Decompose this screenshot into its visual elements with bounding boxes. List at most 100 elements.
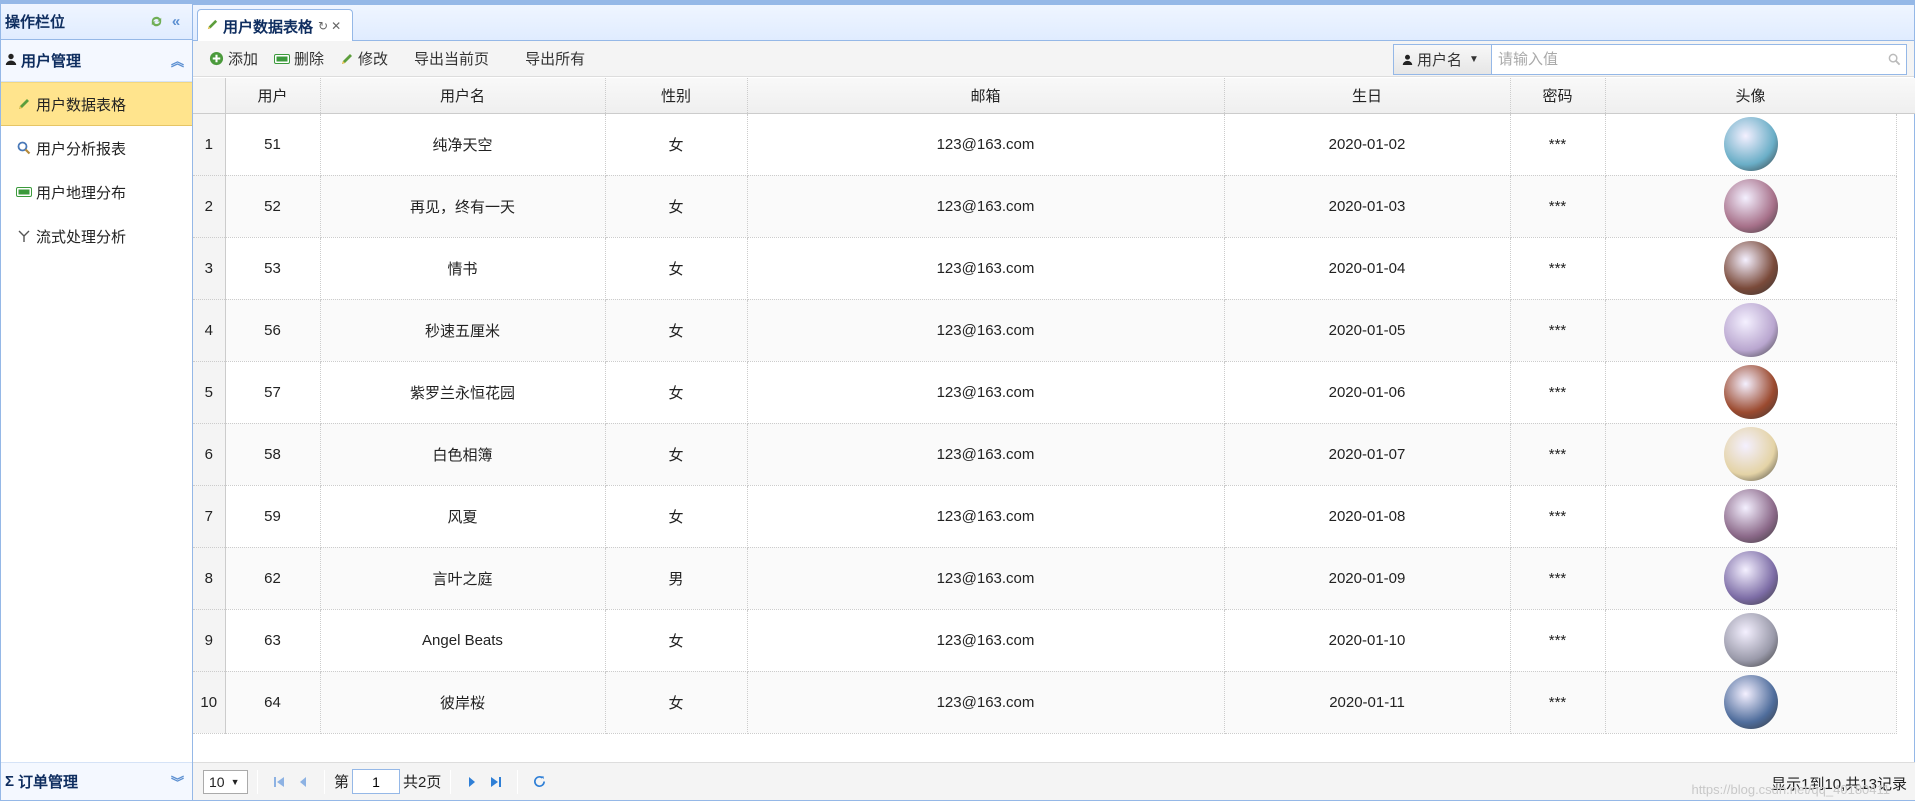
page-number-input[interactable] bbox=[352, 769, 401, 794]
cell-user-id: 58 bbox=[225, 423, 321, 486]
cell-email: 123@163.com bbox=[747, 237, 1225, 300]
page-prefix: 第 bbox=[334, 774, 350, 791]
avatar[interactable] bbox=[1723, 179, 1778, 233]
sidebar-item-stream-analysis[interactable]: 流式处理分析 bbox=[1, 214, 192, 258]
close-icon[interactable]: ✕ bbox=[331, 19, 341, 33]
table-row[interactable]: 6 58 白色相簿女 123@163.com 2020-01-07 *** bbox=[193, 423, 1897, 486]
table-row[interactable]: 4 56 秒速五厘米女 123@163.com 2020-01-05 *** bbox=[193, 299, 1897, 362]
column-header[interactable]: 用户名 bbox=[320, 78, 606, 114]
accordion-header-order-management[interactable]: Σ 订单管理 ︾ bbox=[1, 762, 192, 800]
cell-username: 言叶之庭 bbox=[320, 547, 606, 610]
header-scroll-spacer bbox=[1896, 78, 1915, 114]
cell-email: 123@163.com bbox=[747, 547, 1225, 610]
cell-user-id: 53 bbox=[225, 237, 321, 300]
cell-sex: 女 bbox=[605, 609, 748, 672]
divider bbox=[257, 769, 258, 794]
search-icon[interactable] bbox=[1882, 45, 1906, 74]
cell-user-id: 56 bbox=[225, 299, 321, 362]
table-row[interactable]: 2 52 再见，终有一天女 123@163.com 2020-01-03 *** bbox=[193, 175, 1897, 238]
delete-button-label: 删除 bbox=[294, 51, 325, 68]
avatar[interactable] bbox=[1723, 427, 1778, 481]
avatar[interactable] bbox=[1723, 489, 1778, 543]
cell-sex: 女 bbox=[605, 175, 748, 238]
cell-birthday: 2020-01-02 bbox=[1224, 113, 1511, 176]
accordion-label: 订单管理 bbox=[18, 774, 79, 791]
delete-button[interactable]: 删除 bbox=[266, 45, 332, 73]
cell-birthday: 2020-01-03 bbox=[1224, 175, 1511, 238]
column-header[interactable]: 性别 bbox=[605, 78, 748, 114]
table-row[interactable]: 9 63 Angel Beats 女 123@163.com 2020-01-10 *** bbox=[193, 609, 1897, 672]
page-size-select[interactable]: 10 ▼ bbox=[203, 769, 248, 794]
pencil-icon bbox=[340, 52, 354, 66]
table-row[interactable]: 8 62 言叶之庭男 123@163.com 2020-01-09 *** bbox=[193, 547, 1897, 610]
avatar[interactable] bbox=[1723, 613, 1778, 667]
cell-sex: 女 bbox=[605, 113, 748, 176]
cell-sex: 女 bbox=[605, 237, 748, 300]
column-header[interactable]: 密码 bbox=[1510, 78, 1606, 114]
sidebar-item-user-geo[interactable]: 用户地理分布 bbox=[1, 170, 192, 214]
last-page-icon[interactable] bbox=[484, 770, 508, 794]
tab-user-table[interactable]: 用户数据表格 ↻ ✕ bbox=[197, 9, 353, 42]
avatar[interactable] bbox=[1723, 675, 1778, 729]
cell-user-id: 63 bbox=[225, 609, 321, 672]
cell-email: 123@163.com bbox=[747, 671, 1225, 734]
table-row[interactable]: 1 51 纯净天空女 123@163.com 2020-01-02 *** bbox=[193, 113, 1897, 176]
page-size-value: 10 bbox=[209, 773, 225, 790]
cell-password: *** bbox=[1510, 485, 1606, 548]
export-all-button[interactable]: 导出所有 bbox=[507, 45, 603, 73]
table-row[interactable]: 5 57 紫罗兰永恒花园女 123@163.com 2020-01-06 *** bbox=[193, 361, 1897, 424]
user-icon bbox=[5, 52, 17, 69]
cell-password: *** bbox=[1510, 547, 1606, 610]
cell-password: *** bbox=[1510, 175, 1606, 238]
export-current-page-button[interactable]: 导出当前页 bbox=[396, 45, 507, 73]
cell-avatar bbox=[1605, 113, 1897, 176]
sidebar-item-user-table[interactable]: 用户数据表格 bbox=[1, 82, 192, 126]
sigma-icon: Σ bbox=[5, 773, 15, 790]
cell-user-id: 62 bbox=[225, 547, 321, 610]
chevron-up-icon[interactable]: ︽ bbox=[171, 51, 184, 70]
avatar[interactable] bbox=[1723, 241, 1778, 295]
tab-label: 用户数据表格 bbox=[223, 18, 314, 36]
next-page-icon[interactable] bbox=[460, 770, 484, 794]
cell-sex: 女 bbox=[605, 485, 748, 548]
collapse-sidebar-icon[interactable]: « bbox=[168, 13, 184, 30]
cell-password: *** bbox=[1510, 671, 1606, 734]
edit-button-label: 修改 bbox=[358, 51, 389, 68]
search-box: 用户名 ▼ bbox=[1393, 44, 1907, 75]
chevron-down-icon[interactable]: ︾ bbox=[171, 772, 184, 791]
table-row[interactable]: 7 59 风夏女 123@163.com 2020-01-08 *** bbox=[193, 485, 1897, 548]
watermark-text: https://blog.csdn.net/qq_40180411 bbox=[1691, 782, 1890, 797]
avatar[interactable] bbox=[1723, 551, 1778, 605]
add-button[interactable]: 添加 bbox=[201, 45, 266, 73]
user-table: 用户 用户名 性别 邮箱 生日 密码 头像 1 51 纯净天空女 123@163.co… bbox=[193, 78, 1897, 734]
search-input[interactable] bbox=[1492, 45, 1882, 74]
sidebar-item-label: 用户地理分布 bbox=[36, 184, 127, 202]
edit-button[interactable]: 修改 bbox=[332, 45, 396, 73]
column-header[interactable]: 头像 bbox=[1605, 78, 1897, 114]
reload-icon[interactable] bbox=[527, 770, 551, 794]
column-header[interactable]: 邮箱 bbox=[747, 78, 1225, 114]
accordion-header-user-management[interactable]: 用户管理 ︽ bbox=[1, 40, 192, 82]
cell-email: 123@163.com bbox=[747, 175, 1225, 238]
sidebar: 操作栏位 « 用户管理 ︽ 用户数据表格 用户分析报表 用户地理分布 流式处理分… bbox=[0, 4, 193, 801]
first-page-icon[interactable] bbox=[267, 770, 291, 794]
avatar[interactable] bbox=[1723, 303, 1778, 357]
table-row[interactable]: 3 53 情书女 123@163.com 2020-01-04 *** bbox=[193, 237, 1897, 300]
sidebar-item-user-report[interactable]: 用户分析报表 bbox=[1, 126, 192, 170]
sidebar-item-label: 用户分析报表 bbox=[36, 140, 127, 158]
prev-page-icon[interactable] bbox=[291, 770, 315, 794]
tab-refresh-icon[interactable]: ↻ bbox=[318, 19, 328, 33]
column-header[interactable]: 生日 bbox=[1224, 78, 1511, 114]
avatar[interactable] bbox=[1723, 365, 1778, 419]
cell-username: 紫罗兰永恒花园 bbox=[320, 361, 606, 424]
column-header[interactable]: 用户 bbox=[225, 78, 321, 114]
cell-avatar bbox=[1605, 485, 1897, 548]
cell-birthday: 2020-01-08 bbox=[1224, 485, 1511, 548]
search-field-dropdown[interactable]: 用户名 ▼ bbox=[1394, 45, 1492, 74]
sidebar-item-label: 流式处理分析 bbox=[36, 228, 127, 246]
cell-username: 风夏 bbox=[320, 485, 606, 548]
cell-birthday: 2020-01-07 bbox=[1224, 423, 1511, 486]
avatar[interactable] bbox=[1723, 117, 1778, 171]
table-row[interactable]: 10 64 彼岸桜女 123@163.com 2020-01-11 *** bbox=[193, 671, 1897, 734]
refresh-icon[interactable] bbox=[148, 14, 164, 30]
